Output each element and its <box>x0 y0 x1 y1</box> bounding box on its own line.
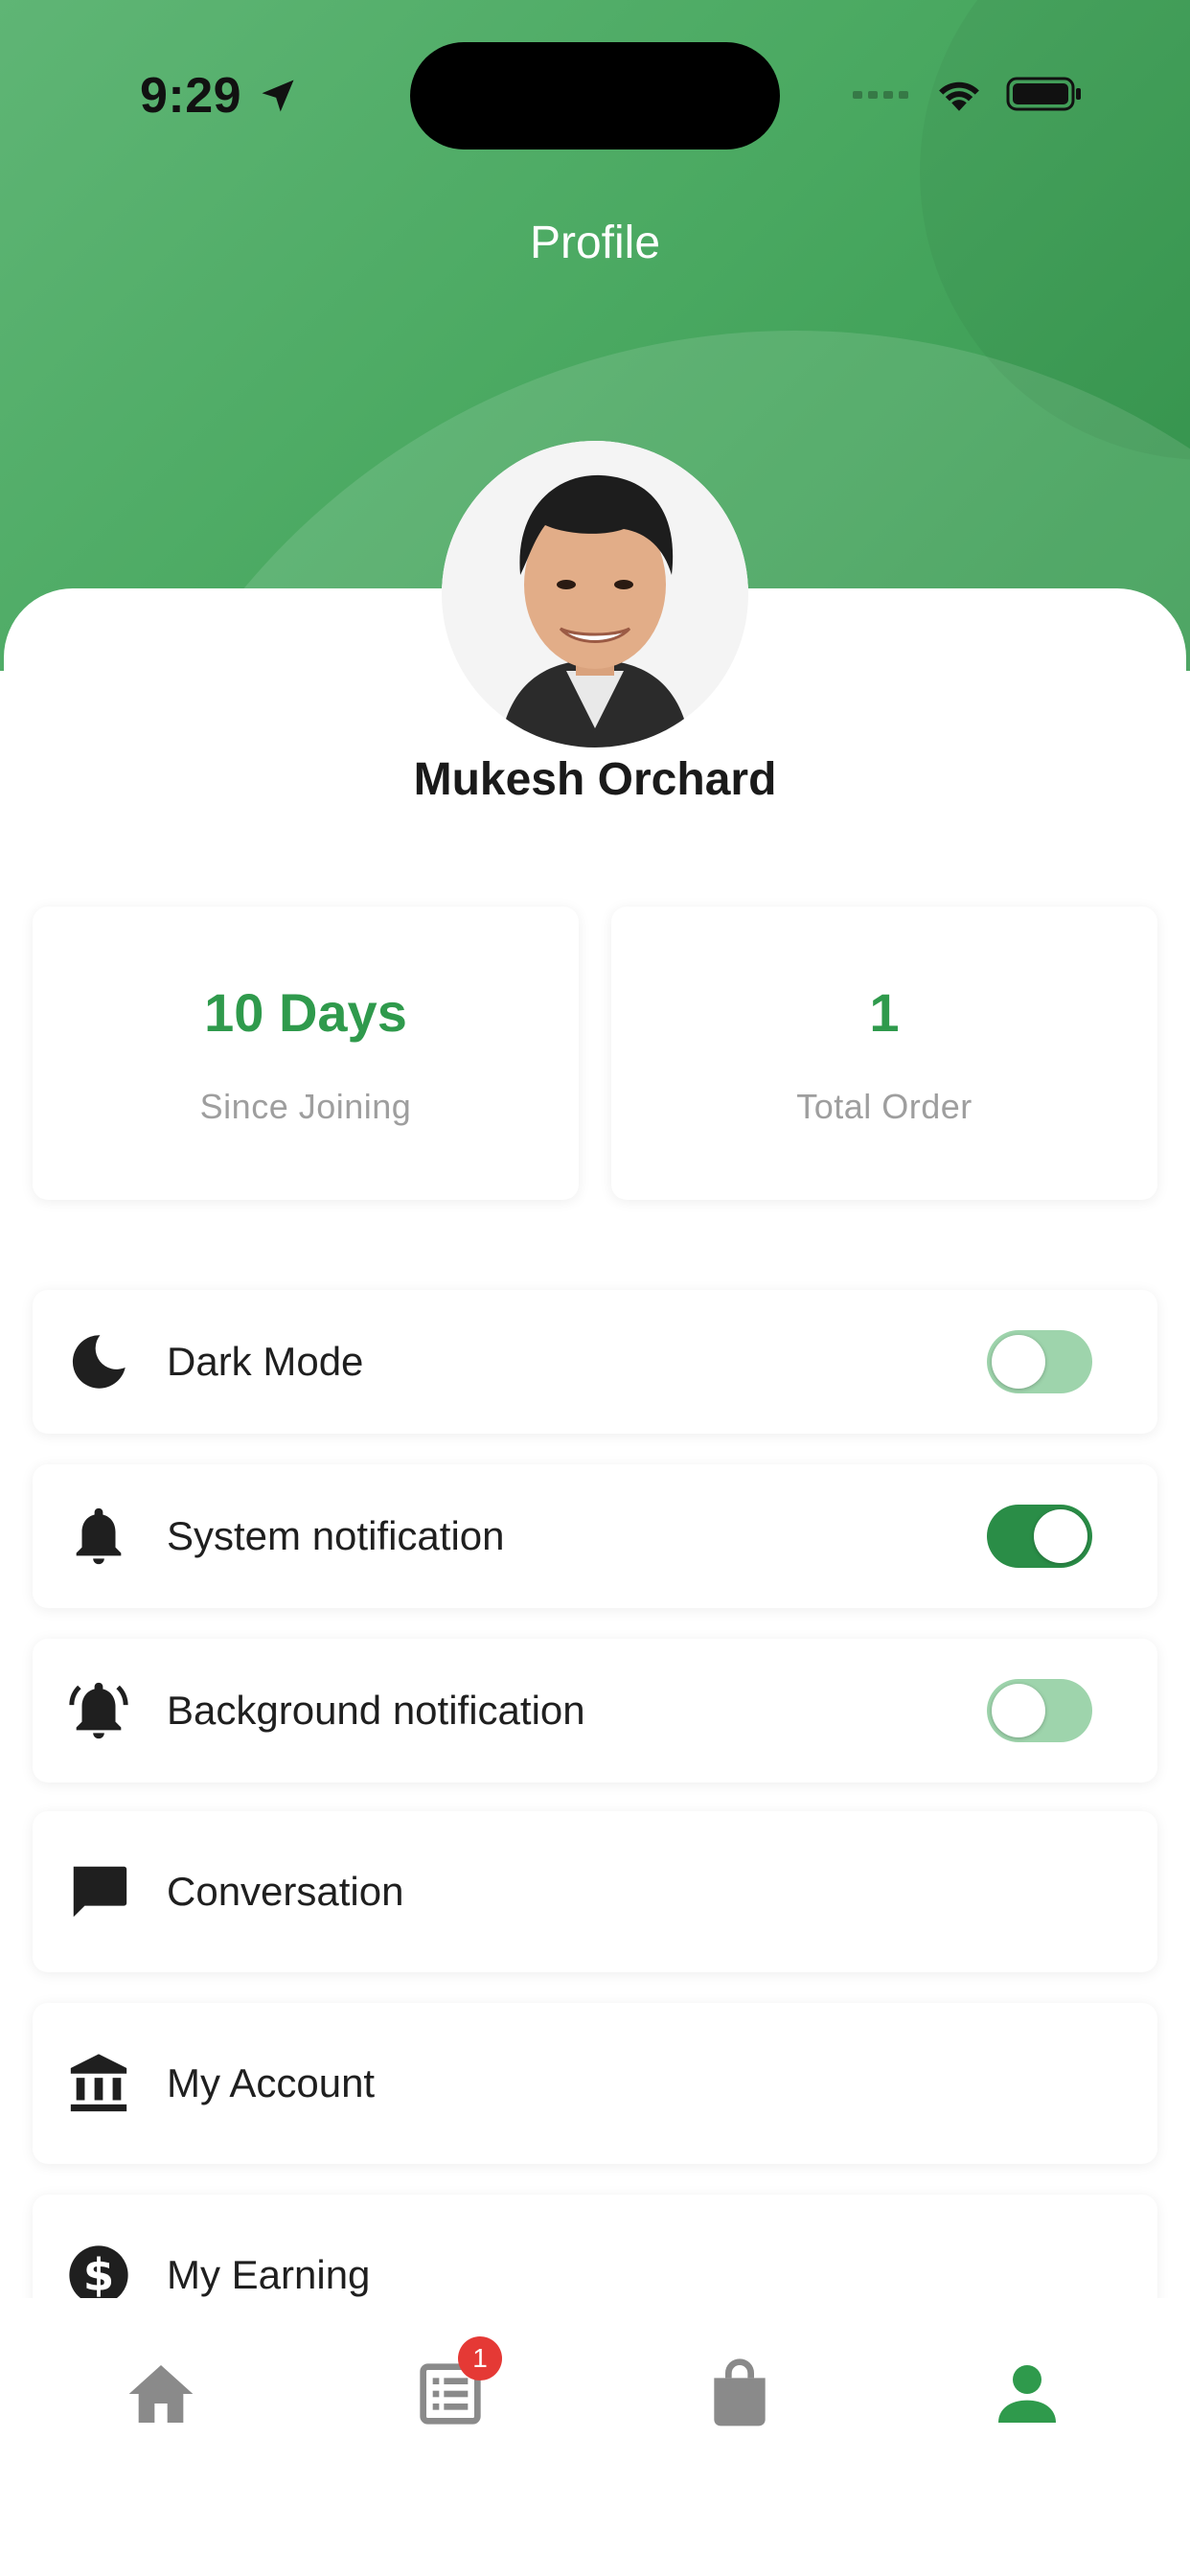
menu-item-conversation[interactable]: Conversation <box>33 1811 1157 1972</box>
system-notification-toggle[interactable] <box>987 1505 1092 1568</box>
stat-value: 1 <box>869 982 900 1043</box>
chat-icon <box>73 1866 127 1918</box>
menu-item-label: Conversation <box>167 1869 404 1914</box>
home-icon[interactable] <box>123 2356 199 2432</box>
person-icon[interactable] <box>989 2356 1065 2432</box>
avatar-photo <box>442 441 748 748</box>
status-time: 9:29 <box>140 68 242 124</box>
bottom-navigation <box>0 2298 1190 2576</box>
status-indicators <box>853 75 1083 113</box>
moon-icon <box>72 1335 126 1389</box>
menu-item-label: Dark Mode <box>167 1339 364 1384</box>
shopping-bag-icon[interactable] <box>701 2356 778 2432</box>
menu-item-label: My Account <box>167 2060 376 2105</box>
menu-item-label: System notification <box>167 1513 505 1558</box>
bank-icon <box>70 2054 127 2112</box>
menu-item-label: My Earning <box>167 2252 371 2297</box>
stat-label: Total Order <box>796 1087 973 1126</box>
user-name: Mukesh Orchard <box>413 754 777 805</box>
bell-icon <box>76 1507 122 1565</box>
wifi-icon <box>939 81 979 111</box>
menu-item-dark-mode[interactable]: Dark Mode <box>33 1290 1157 1434</box>
orders-badge: 1 <box>458 2336 502 2380</box>
bell-ringing-icon <box>69 1682 128 1739</box>
stat-card-since-joining: 10 Days Since Joining <box>33 907 579 1200</box>
menu-item-label: Background notification <box>167 1688 585 1733</box>
dark-mode-toggle[interactable] <box>987 1330 1092 1393</box>
menu-item-background-notification[interactable]: Background notification <box>33 1639 1157 1782</box>
location-arrow-icon <box>262 80 294 112</box>
stat-card-total-order: 1 Total Order <box>611 907 1157 1200</box>
background-notification-toggle[interactable] <box>987 1679 1092 1742</box>
avatar[interactable] <box>442 441 748 748</box>
stat-value: 10 Days <box>204 982 407 1043</box>
menu-item-my-account[interactable]: My Account <box>33 2003 1157 2164</box>
dynamic-island <box>410 42 780 150</box>
page-title: Profile <box>529 218 661 268</box>
signal-icon <box>853 91 908 99</box>
battery-icon <box>1006 77 1081 111</box>
stat-label: Since Joining <box>199 1087 412 1126</box>
menu-item-system-notification[interactable]: System notification <box>33 1464 1157 1608</box>
svg-text:$: $ <box>83 2250 114 2302</box>
